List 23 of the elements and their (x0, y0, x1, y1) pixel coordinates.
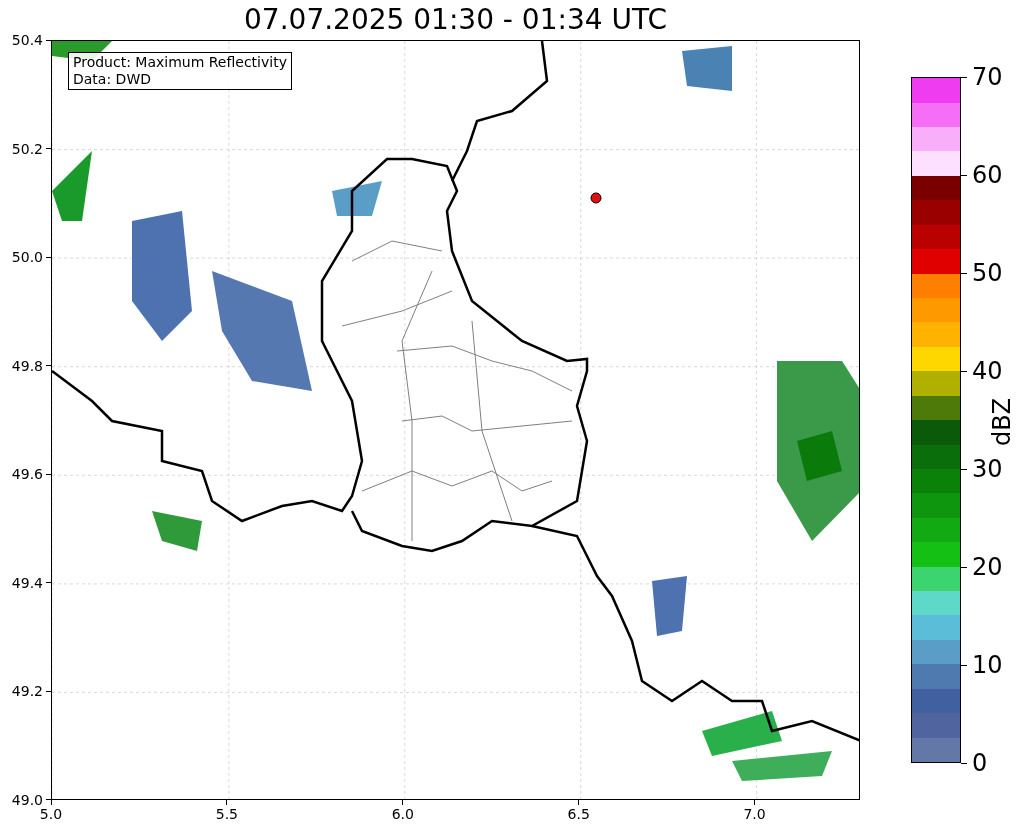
legend-text: Product: Maximum Reflectivity (73, 54, 287, 71)
colorbar-tick-label: 30 (972, 455, 1003, 483)
axis-tick-label: 49.8 (11, 356, 43, 375)
colorbar-tick-label: 70 (972, 63, 1003, 91)
colorbar-tick-label: 10 (972, 651, 1003, 679)
colorbar-tick-label: 50 (972, 259, 1003, 287)
axis-tick-label: 7.0 (743, 805, 766, 823)
axis-tick-label: 50.2 (11, 139, 43, 158)
colorbar-label: dBZ (988, 397, 1016, 447)
colorbar-tick-label: 0 (972, 749, 988, 777)
axis-tick-label: 50.0 (11, 248, 43, 267)
axis-tick-label: 6.0 (391, 805, 414, 823)
axis-tick-label: 6.5 (567, 805, 590, 823)
axis-tick-label: 5.5 (215, 805, 238, 823)
axis-tick-label: 49.6 (11, 465, 43, 484)
colorbar-tick-label: 20 (972, 553, 1003, 581)
colorbar-tick-label: 40 (972, 357, 1003, 385)
colorbar-tick-label: 60 (972, 161, 1003, 189)
axis-tick-label: 49.2 (11, 682, 43, 701)
axis-tick-label: 50.4 (11, 31, 43, 49)
chart-title: 07.07.2025 01:30 - 01:34 UTC (243, 2, 668, 38)
axis-tick-label: 49.4 (11, 573, 43, 592)
legend-text: Data: DWD (73, 71, 152, 88)
